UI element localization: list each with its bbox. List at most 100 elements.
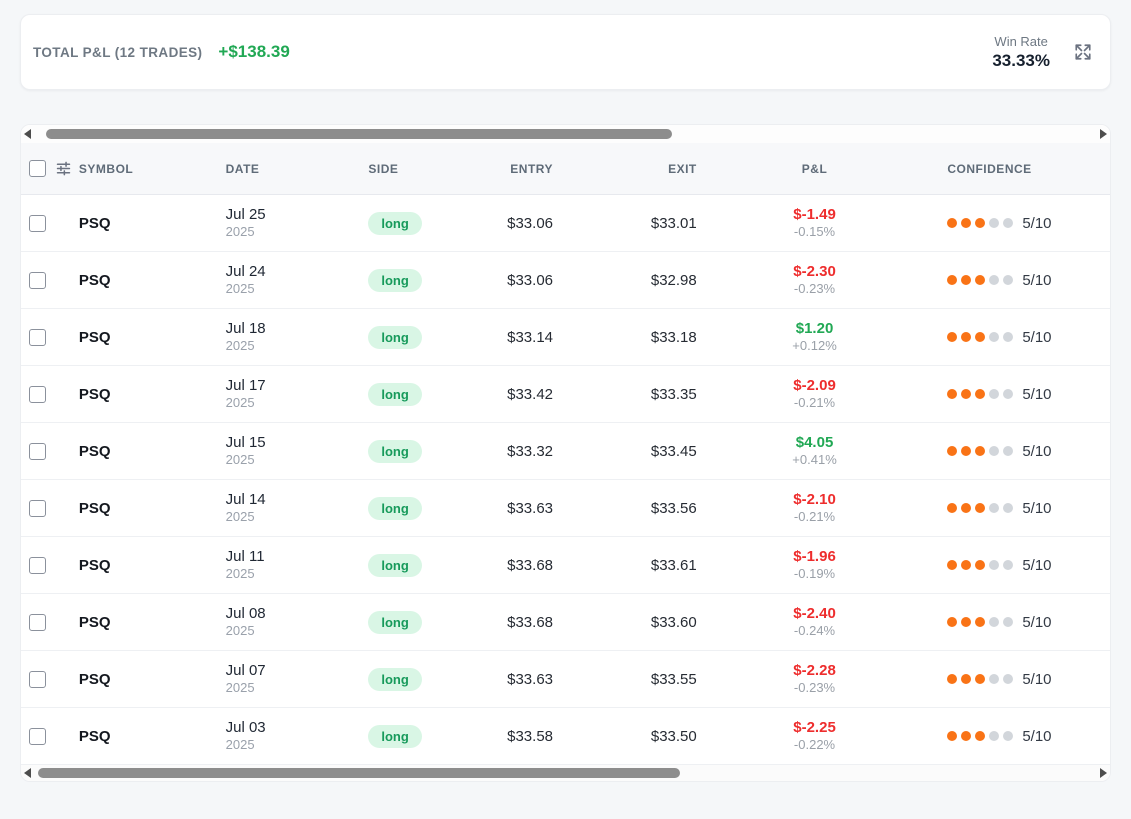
confidence-dots	[947, 332, 1013, 342]
scroll-track[interactable]	[35, 129, 1096, 139]
row-checkbox[interactable]	[29, 671, 46, 688]
scroll-track[interactable]	[35, 768, 1096, 778]
pnl-percent: -0.21%	[794, 395, 835, 412]
row-checkbox[interactable]	[29, 557, 46, 574]
pnl-percent: -0.21%	[794, 509, 835, 526]
expand-button[interactable]	[1072, 41, 1094, 63]
row-checkbox[interactable]	[29, 272, 46, 289]
confidence-dot	[975, 275, 985, 285]
table-row: PSQ Jul 17 2025 long $33.42 $33.35 $-2.0…	[21, 366, 1110, 423]
select-all-checkbox[interactable]	[29, 160, 46, 177]
confidence-dot	[975, 560, 985, 570]
table-row: PSQ Jul 11 2025 long $33.68 $33.61 $-1.9…	[21, 537, 1110, 594]
confidence-dot	[975, 617, 985, 627]
pnl-percent: -0.22%	[794, 737, 835, 754]
trades-table-card: SYMBOL DATE SIDE ENTRY EXIT P&L CONFIDEN…	[20, 124, 1111, 782]
pnl-value: $4.05	[796, 433, 834, 453]
confidence-score: 5/10	[1022, 671, 1051, 688]
entry-price: $33.63	[507, 500, 553, 517]
symbol-text: PSQ	[79, 272, 111, 289]
column-header-confidence[interactable]: CONFIDENCE	[932, 162, 1110, 176]
trade-date: Jul 24	[226, 263, 266, 282]
entry-price: $33.68	[507, 557, 553, 574]
scroll-left-button[interactable]	[24, 768, 31, 778]
pnl-percent: +0.12%	[792, 338, 836, 355]
pnl-summary-card: TOTAL P&L (12 TRADES) +$138.39 Win Rate …	[20, 14, 1111, 90]
summary-right: Win Rate 33.33%	[992, 34, 1094, 71]
column-header-symbol[interactable]: SYMBOL	[77, 162, 226, 176]
confidence-dots	[947, 674, 1013, 684]
scroll-thumb[interactable]	[46, 129, 672, 139]
trade-year: 2025	[226, 452, 266, 468]
win-rate-block: Win Rate 33.33%	[992, 34, 1050, 71]
scroll-right-button[interactable]	[1100, 129, 1107, 139]
confidence-dot	[947, 218, 957, 228]
total-pnl-label: TOTAL P&L (12 TRADES)	[33, 45, 202, 60]
confidence-score: 5/10	[1022, 386, 1051, 403]
confidence-dot	[975, 389, 985, 399]
pnl-value: $1.20	[796, 319, 834, 339]
confidence-dot	[1003, 446, 1013, 456]
confidence-dot	[989, 560, 999, 570]
row-checkbox[interactable]	[29, 386, 46, 403]
confidence-dot	[975, 446, 985, 456]
side-badge: long	[368, 725, 421, 748]
row-checkbox[interactable]	[29, 500, 46, 517]
symbol-text: PSQ	[79, 215, 111, 232]
confidence-dot	[961, 731, 971, 741]
symbol-text: PSQ	[79, 728, 111, 745]
exit-price: $33.01	[651, 215, 697, 232]
trade-year: 2025	[226, 623, 266, 639]
row-checkbox[interactable]	[29, 443, 46, 460]
pnl-value: $-2.09	[793, 376, 836, 396]
trade-date: Jul 17	[226, 377, 266, 396]
row-checkbox[interactable]	[29, 614, 46, 631]
bottom-horizontal-scrollbar	[21, 765, 1110, 781]
trade-year: 2025	[226, 509, 266, 525]
trade-date: Jul 03	[226, 719, 266, 738]
confidence-dot	[947, 275, 957, 285]
entry-price: $33.06	[507, 272, 553, 289]
confidence-dot	[1003, 218, 1013, 228]
table-row: PSQ Jul 25 2025 long $33.06 $33.01 $-1.4…	[21, 195, 1110, 252]
confidence-dot	[989, 389, 999, 399]
side-badge: long	[368, 668, 421, 691]
trade-year: 2025	[226, 737, 266, 753]
confidence-dots	[947, 560, 1013, 570]
pnl-percent: -0.24%	[794, 623, 835, 640]
column-header-entry[interactable]: ENTRY	[468, 162, 553, 176]
trade-year: 2025	[226, 338, 266, 354]
scroll-right-button[interactable]	[1100, 768, 1107, 778]
row-checkbox[interactable]	[29, 728, 46, 745]
symbol-text: PSQ	[79, 500, 111, 517]
entry-price: $33.42	[507, 386, 553, 403]
filter-sliders-icon[interactable]	[55, 160, 72, 177]
exit-price: $33.61	[651, 557, 697, 574]
trade-year: 2025	[226, 224, 266, 240]
trade-year: 2025	[226, 281, 266, 297]
confidence-score: 5/10	[1022, 557, 1051, 574]
row-checkbox[interactable]	[29, 329, 46, 346]
win-rate-value: 33.33%	[992, 51, 1050, 71]
confidence-dot	[961, 275, 971, 285]
table-row: PSQ Jul 07 2025 long $33.63 $33.55 $-2.2…	[21, 651, 1110, 708]
exit-price: $33.18	[651, 329, 697, 346]
trade-date: Jul 18	[226, 320, 266, 339]
symbol-text: PSQ	[79, 557, 111, 574]
entry-price: $33.58	[507, 728, 553, 745]
column-header-exit[interactable]: EXIT	[553, 162, 697, 176]
row-checkbox[interactable]	[29, 215, 46, 232]
confidence-score: 5/10	[1022, 272, 1051, 289]
confidence-dot	[989, 503, 999, 513]
exit-price: $33.60	[651, 614, 697, 631]
scroll-thumb[interactable]	[38, 768, 680, 778]
column-header-date[interactable]: DATE	[226, 162, 369, 176]
confidence-dot	[1003, 674, 1013, 684]
column-header-side[interactable]: SIDE	[368, 162, 468, 176]
exit-price: $33.35	[651, 386, 697, 403]
confidence-score: 5/10	[1022, 329, 1051, 346]
column-header-pnl[interactable]: P&L	[697, 162, 933, 176]
scroll-left-button[interactable]	[24, 129, 31, 139]
header-select-cell	[21, 160, 77, 177]
exit-price: $33.45	[651, 443, 697, 460]
